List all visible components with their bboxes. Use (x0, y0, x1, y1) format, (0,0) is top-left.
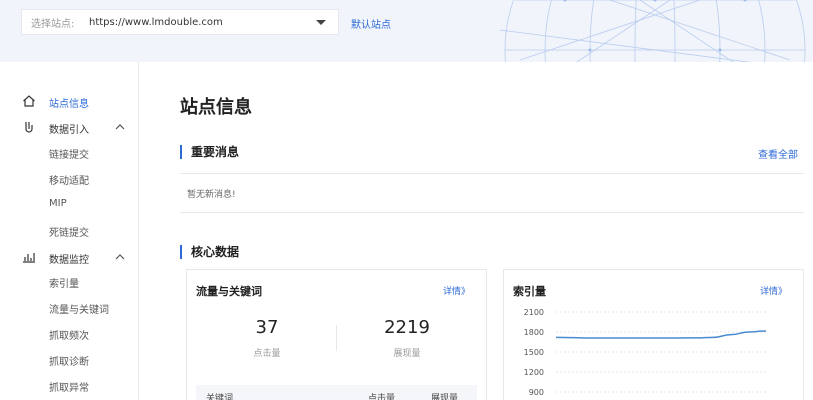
column-header-impressions[interactable]: 展现量 (431, 391, 458, 400)
sidebar-item-index[interactable]: 索引量 (49, 275, 79, 290)
keyword-table-header: 关键词 点击量 展现量 (196, 385, 477, 400)
y-tick-label: 2100 (524, 308, 544, 317)
y-tick-label: 1200 (524, 368, 544, 377)
y-tick-label: 1500 (524, 348, 544, 357)
sidebar-group-label: 数据监控 (49, 254, 89, 266)
clicks-value: 37 (255, 317, 279, 338)
top-header: 选择站点: https://www.lmdouble.com 默认站点 (0, 0, 813, 62)
impressions-label: 展现量 (393, 349, 421, 359)
empty-messages-text: 暂无新消息! (187, 190, 236, 200)
sidebar-item-crawl-errors[interactable]: 抓取异常 (49, 379, 89, 394)
sidebar-item-site-info[interactable]: 站点信息 (0, 93, 139, 111)
impressions-value: 2219 (384, 317, 430, 338)
y-tick-label: 900 (529, 388, 544, 397)
sidebar-item-traffic-keywords[interactable]: 流量与关键词 (49, 301, 109, 316)
traffic-details-link[interactable]: 详情》 (443, 284, 470, 297)
site-select[interactable]: 选择站点: https://www.lmdouble.com (21, 9, 339, 35)
default-site-link[interactable]: 默认站点 (351, 16, 391, 31)
home-icon (23, 95, 35, 107)
sidebar: 站点信息 数据引入 链接提交 移动适配 MIP 死链提交 数据监控 索引量 流量… (0, 62, 139, 400)
sidebar-group-data-import[interactable]: 数据引入 (0, 119, 139, 137)
sidebar-item-crawl-diagnosis[interactable]: 抓取诊断 (49, 353, 89, 368)
chevron-up-icon[interactable] (115, 253, 125, 260)
sidebar-item-dead-link[interactable]: 死链提交 (49, 224, 89, 239)
divider (180, 212, 804, 213)
index-line-chart: 2100 1800 1500 1200 900 (524, 308, 767, 397)
page-title: 站点信息 (180, 97, 252, 118)
globe-decoration-icon (499, 0, 806, 62)
traffic-keywords-card: 流量与关键词 详情》 37 点击量 2219 展现量 关键词 点击量 展现量 (186, 269, 487, 400)
card-title: 流量与关键词 (196, 285, 262, 298)
y-tick-label: 1800 (524, 328, 544, 337)
site-select-label: 选择站点: (31, 18, 75, 30)
column-header-clicks[interactable]: 点击量 (368, 391, 395, 400)
divider (180, 173, 804, 174)
sidebar-group-label: 数据引入 (49, 124, 89, 136)
sidebar-item-label: 站点信息 (49, 98, 89, 110)
impressions-metric: 2219 展现量 (332, 317, 482, 359)
data-import-icon (25, 122, 33, 133)
sidebar-item-link-submit[interactable]: 链接提交 (49, 146, 89, 161)
dropdown-caret-icon[interactable] (316, 19, 326, 25)
site-select-value: https://www.lmdouble.com (89, 16, 223, 28)
column-header-keyword[interactable]: 关键词 (206, 391, 233, 400)
core-data-section-title: 核心数据 (180, 245, 239, 259)
clicks-metric: 37 点击量 (192, 317, 342, 359)
chevron-up-icon[interactable] (115, 123, 125, 130)
index-card: 索引量 详情》 2100 1800 1500 1200 900 (503, 269, 804, 400)
messages-section-title: 重要消息 (180, 145, 239, 159)
sidebar-item-mobile-adapt[interactable]: 移动适配 (49, 172, 89, 187)
clicks-label: 点击量 (253, 349, 281, 359)
sidebar-item-crawl-frequency[interactable]: 抓取频次 (49, 327, 89, 342)
sidebar-item-mip[interactable]: MIP (49, 198, 67, 209)
monitor-chart-icon (23, 253, 35, 263)
sidebar-group-data-monitor[interactable]: 数据监控 (0, 249, 139, 267)
view-all-link[interactable]: 查看全部 (758, 146, 798, 161)
